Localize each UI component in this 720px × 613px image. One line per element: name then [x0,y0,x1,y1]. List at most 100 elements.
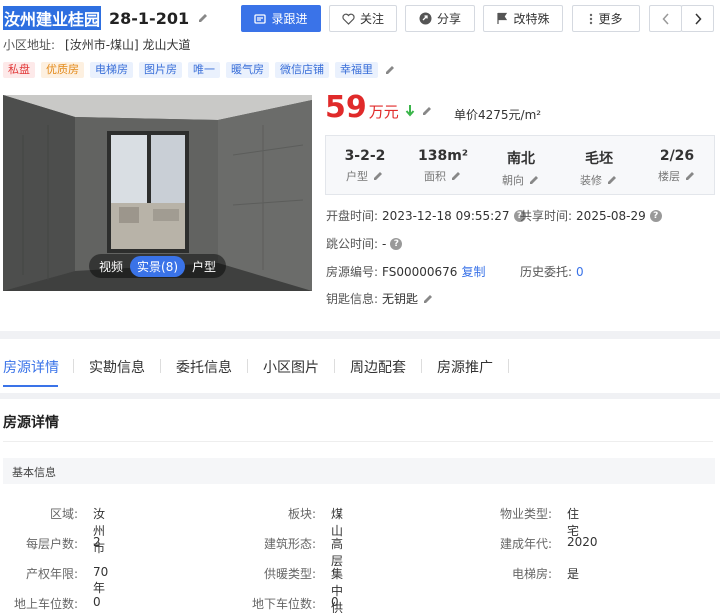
stat-orientation: 南北 朝向 [482,148,560,188]
divider [3,441,713,442]
field-value: 高层 [331,537,344,568]
price-value: 59 [325,90,367,125]
more-label: 更多 [598,12,623,26]
tab-surroundings[interactable]: 周边配套 [350,357,406,377]
edit-icon[interactable] [422,293,434,305]
copy-link[interactable]: 复制 [461,263,485,280]
tag-list: 私盘 优质房 电梯房 图片房 唯一 暖气房 微信店铺 幸福里 [3,62,396,78]
mark-special-label: 改特殊 [513,12,550,26]
skip-time: 跳公时间: - ? [326,235,403,252]
tag: 优质房 [41,62,84,78]
share-time-value: 2025-08-29 [576,208,646,223]
field-label: 产权年限: [25,567,78,581]
field-label: 地上车位数: [13,597,78,611]
tab-divider [73,359,74,373]
edit-icon[interactable] [528,174,540,186]
community-name[interactable]: 汝州建业桂园 [3,6,102,30]
stat-label: 户型 [346,170,368,183]
field-value: 70年 [93,565,109,595]
photo-tab-real[interactable]: 实景(8) [130,255,186,277]
share-button[interactable]: 分享 [405,5,475,32]
edit-icon[interactable] [197,12,209,24]
stat-value: 南北 [507,151,535,167]
field-label: 供暖类型: [263,567,316,581]
address-label: 小区地址: [3,38,56,52]
tag: 电梯房 [90,62,133,78]
follow-up-label: 录跟进 [271,12,308,26]
field-value: 0 [93,595,101,609]
photo-tab-floorplan[interactable]: 户型 [185,256,223,277]
stat-area: 138m² 面积 [404,148,482,184]
tab-entrust-info[interactable]: 委托信息 [176,357,232,377]
field-value: 2020 [567,535,598,549]
key-value: 无钥匙 [382,292,419,306]
skip-time-label: 跳公时间: [326,237,379,251]
field-label: 地下车位数: [251,597,316,611]
prev-button[interactable] [649,5,682,32]
edit-icon[interactable] [606,174,618,186]
edit-icon[interactable] [684,170,696,182]
favorite-button[interactable]: 关注 [329,5,397,32]
tag: 唯一 [188,62,220,78]
edit-icon[interactable] [372,170,384,182]
photo-tab-video[interactable]: 视频 [92,256,130,277]
field-label: 电梯房: [511,567,552,581]
record-icon [254,13,267,25]
history-label: 历史委托: [520,265,573,279]
listing-number: 房源编号: FS00000676 复制 [326,263,485,280]
address-value: [汝州市-煤山] 龙山大道 [65,38,191,52]
open-time-value: 2023-12-18 09:55:27 [382,208,510,223]
divider [0,393,720,399]
tab-listing-detail[interactable]: 房源详情 [3,357,59,377]
tab-survey-info[interactable]: 实勘信息 [89,357,145,377]
divider [0,331,720,339]
edit-price-icon[interactable] [421,105,433,117]
stat-label: 楼层 [658,170,680,183]
field-value: 住宅 [567,507,580,538]
property-stats: 3-2-2 户型 138m² 面积 南北 朝向 毛坯 装修 2/26 楼层 [325,135,715,195]
tag: 私盘 [3,62,35,78]
arrow-down-icon [405,104,415,117]
mark-special-button[interactable]: 改特殊 [483,5,563,32]
stat-layout: 3-2-2 户型 [326,148,404,184]
stat-label: 面积 [424,170,446,183]
help-icon[interactable]: ? [390,237,403,250]
field-label: 建筑形态: [263,537,316,551]
price-unit: 万元 [368,103,399,121]
header: 汝州建业桂园 28-1-201 录跟进 关注 分享 改特殊 更多 [0,0,720,34]
tag: 微信店铺 [275,62,329,78]
more-button[interactable]: 更多 [572,5,640,32]
share-time-label: 共享时间: [520,209,573,223]
key-info: 钥匙信息: 无钥匙 [326,290,434,307]
edit-tags-icon[interactable] [384,64,396,76]
field-label: 物业类型: [499,507,552,521]
history-entrust: 历史委托: 0 [520,263,584,280]
stat-value: 毛坯 [585,151,613,167]
help-icon[interactable]: ? [649,209,662,222]
tag: 图片房 [139,62,182,78]
field-label: 建成年代: [499,537,552,551]
edit-icon[interactable] [450,170,462,182]
share-label: 分享 [436,12,461,26]
next-button[interactable] [681,5,714,32]
favorite-label: 关注 [359,12,384,26]
tab-divider [247,359,248,373]
history-value[interactable]: 0 [576,265,584,279]
more-dots-icon [589,13,593,25]
tab-promotion[interactable]: 房源推广 [437,357,493,377]
listing-no-value: FS00000676 [382,264,458,279]
stat-value: 2/26 [659,148,695,164]
stat-label: 装修 [580,174,602,187]
community-address: 小区地址: [汝州市-煤山] 龙山大道 [3,36,191,53]
follow-up-button[interactable]: 录跟进 [241,5,321,32]
share-icon [419,12,432,25]
field-label: 每层户数: [25,537,78,551]
field-label: 板块: [287,507,316,521]
chevron-left-icon [661,12,670,25]
basic-info-title: 基本信息 [12,466,56,479]
open-time-label: 开盘时间: [326,209,379,223]
tab-community-photos[interactable]: 小区图片 [263,357,319,377]
page-title: 汝州建业桂园 28-1-201 [3,6,209,30]
unit-price: 单价4275元/m² [454,108,542,122]
stat-value: 3-2-2 [344,148,386,164]
